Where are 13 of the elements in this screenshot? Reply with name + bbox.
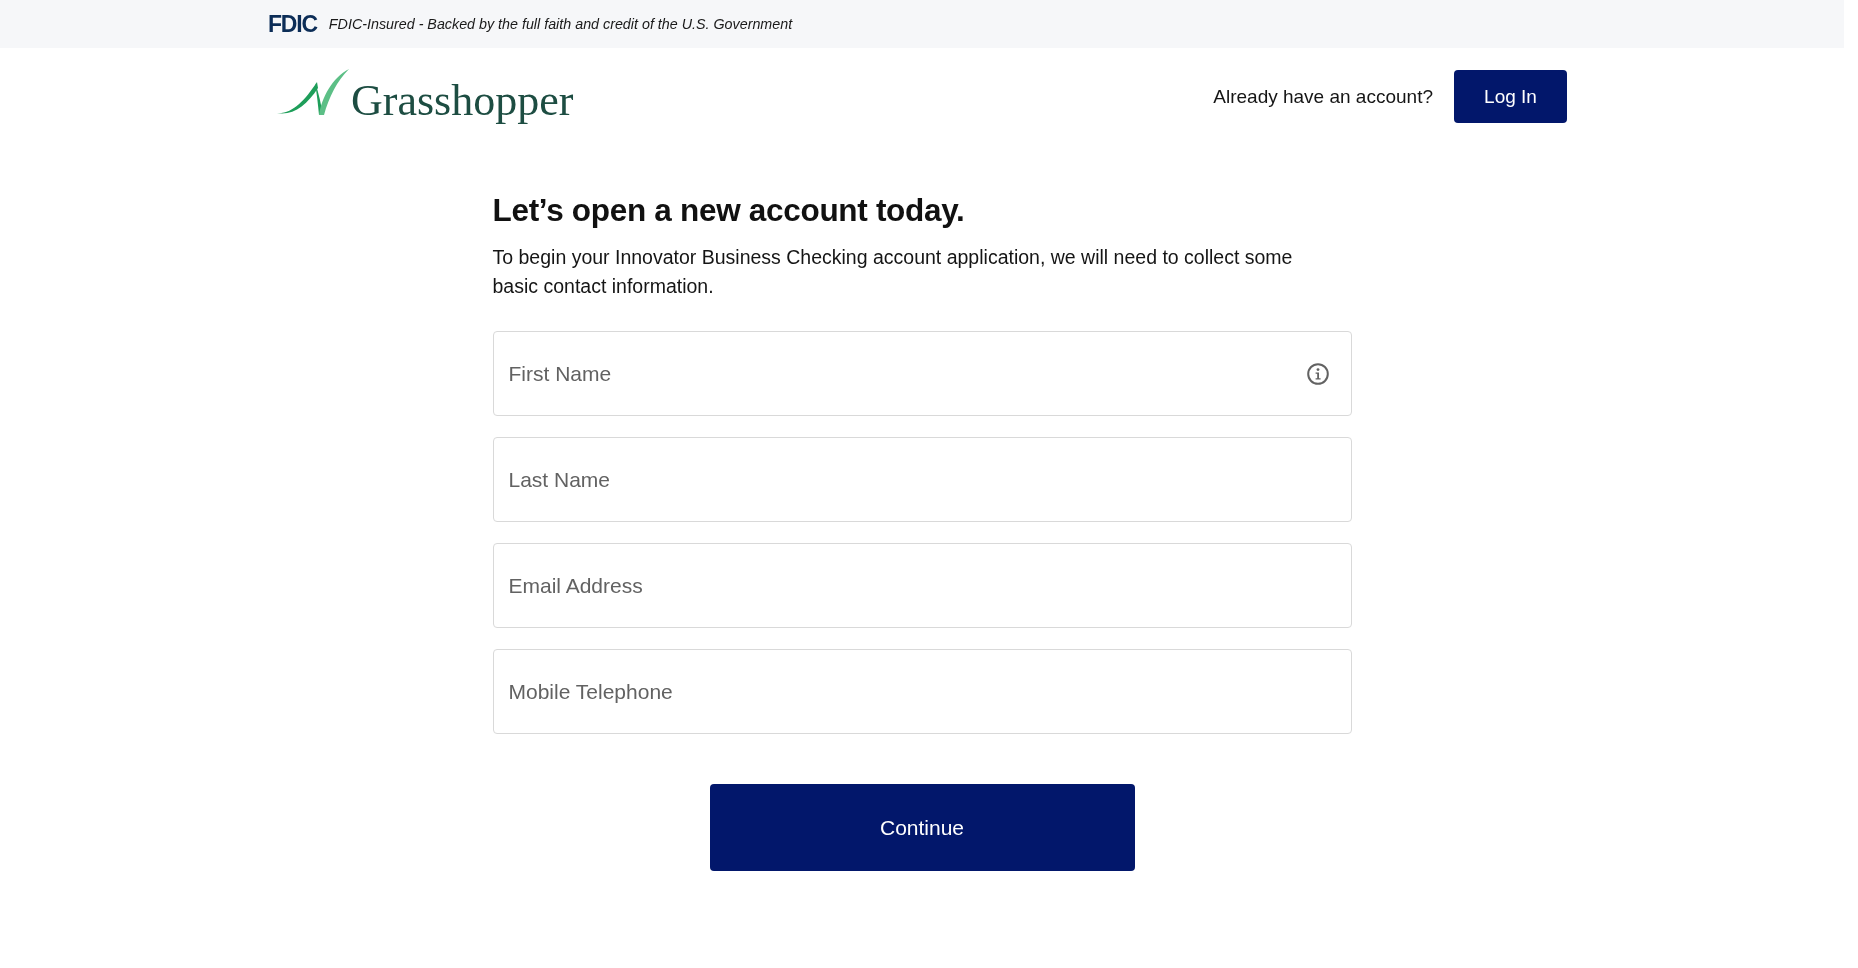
page-heading: Let’s open a new account today. [492,191,966,230]
login-button[interactable]: Log In [1454,70,1567,123]
insurance-notice: FDIC-Insured - Backed by the full faith and credit of the U.S. Government [328,16,793,32]
text-field[interactable]: Email Address [492,543,1352,628]
fdic-logo: FDIC [268,12,317,36]
text-field[interactable]: First Name [492,331,1352,416]
account-prompt: Already have an account? [1213,85,1433,108]
brand-name: Grasshopper [351,79,574,123]
text-field[interactable]: Last Name [492,437,1352,522]
intro-text: To begin your Innovator Business Checking account application, we will need to collect some basic contact information. [492,245,1294,299]
info-icon[interactable] [1306,363,1329,385]
continue-button[interactable]: Continue [709,784,1135,871]
text-field[interactable]: Mobile Telephone [492,649,1352,734]
